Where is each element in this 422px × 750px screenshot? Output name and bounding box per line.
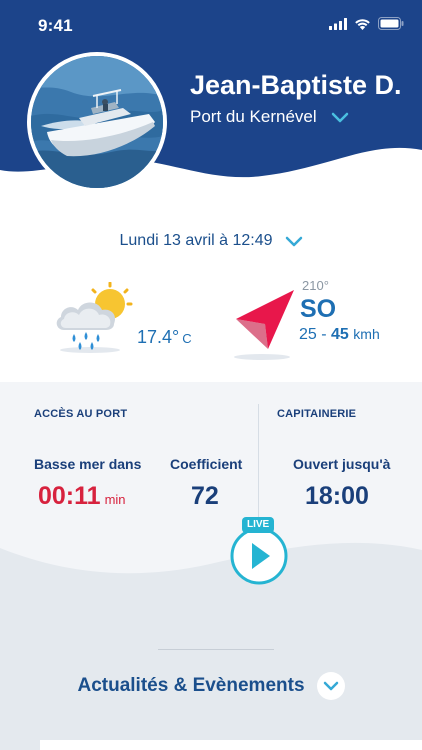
- news-title: Actualités & Evènements: [77, 675, 305, 696]
- avatar[interactable]: [27, 52, 167, 192]
- boat-photo: [31, 56, 163, 188]
- wind-speed-max: 45: [331, 326, 349, 343]
- battery-icon: [378, 17, 404, 30]
- profile-header: 9:41 Jean-Baptiste D. Port du Kernével: [0, 0, 422, 205]
- port-info-panel: ACCÈS AU PORT CAPITAINERIE Basse mer dan…: [0, 382, 422, 750]
- partly-cloudy-rain-icon: [56, 282, 133, 353]
- wind-speed-unit: kmh: [353, 326, 380, 342]
- chevron-down-icon: [331, 112, 348, 122]
- low-tide-value: 00:11: [38, 482, 101, 510]
- wifi-icon: [355, 18, 370, 30]
- coefficient-value: 72: [191, 482, 219, 510]
- chevron-down-circle-icon: [316, 672, 345, 700]
- cellular-signal-icon: [329, 17, 347, 30]
- port-name: Port du Kernével: [190, 107, 317, 126]
- wind-direction-arrow-icon: [234, 290, 294, 360]
- wind-degrees: 210°: [302, 278, 329, 293]
- wind-speed-min: 25: [299, 326, 317, 343]
- news-card[interactable]: [40, 740, 422, 750]
- status-bar: 9:41: [0, 0, 422, 52]
- status-time: 9:41: [38, 16, 73, 35]
- user-name: Jean-Baptiste D.: [190, 70, 402, 100]
- live-badge: LIVE: [242, 517, 275, 533]
- status-icons: [329, 17, 404, 30]
- chevron-down-icon: [285, 236, 302, 246]
- open-until-value: 18:00: [305, 482, 369, 510]
- temperature-value: 17.4°: [137, 327, 180, 347]
- wind-speed-separator: -: [321, 326, 327, 343]
- port-access-label: ACCÈS AU PORT: [34, 408, 128, 420]
- low-tide-unit: min: [104, 492, 126, 507]
- port-selector[interactable]: Port du Kernével: [190, 107, 349, 127]
- news-divider: [158, 649, 274, 650]
- news-section-toggle[interactable]: Actualités & Evènements: [0, 672, 422, 700]
- coefficient-label: Coefficient: [170, 456, 243, 472]
- date-label: Lundi 13 avril à 12:49: [119, 232, 273, 249]
- wind-speed: 25 - 45 kmh: [299, 326, 380, 344]
- harbour-office-label: CAPITAINERIE: [277, 408, 357, 420]
- temperature: 17.4° C: [137, 327, 192, 348]
- low-tide-label: Basse mer dans: [34, 456, 142, 472]
- low-tide-countdown: 00:11 min: [38, 482, 126, 511]
- section-divider: [258, 404, 259, 522]
- live-play-button[interactable]: LIVE: [229, 516, 289, 588]
- wind-direction: SO: [300, 295, 337, 323]
- temperature-unit: C: [182, 331, 192, 346]
- open-until-label: Ouvert jusqu'à: [293, 456, 391, 472]
- date-selector[interactable]: Lundi 13 avril à 12:49: [0, 232, 422, 250]
- panel-wave-background: [0, 542, 422, 750]
